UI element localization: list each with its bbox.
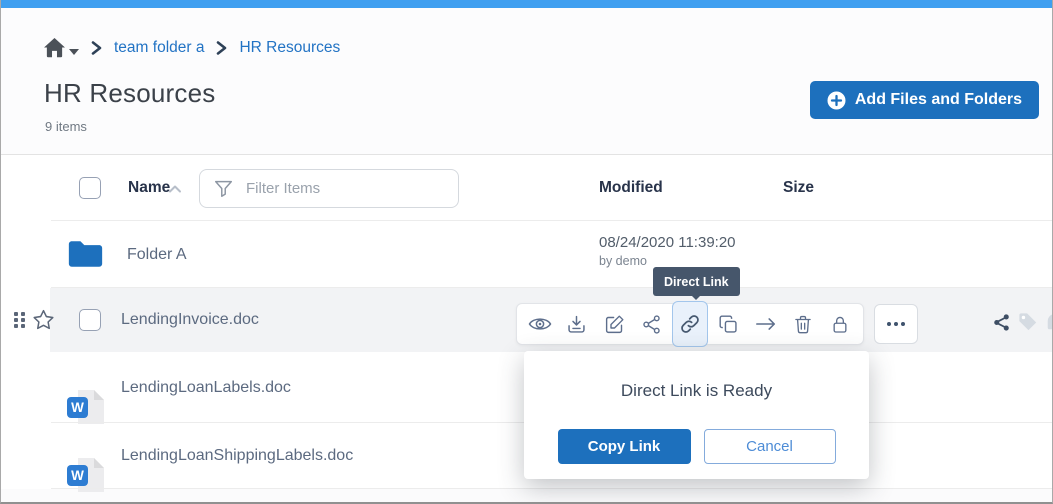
breadcrumb-item-team-folder-a[interactable]: team folder a: [114, 39, 204, 57]
direct-link-tooltip: Direct Link: [653, 267, 740, 296]
filter-items-field: [199, 169, 459, 208]
row-action-toolbar: [516, 303, 864, 345]
row-name-label[interactable]: LendingInvoice.doc: [121, 311, 259, 329]
more-actions-button[interactable]: [874, 304, 918, 344]
tag-icon[interactable]: [1018, 312, 1038, 332]
breadcrumb-chevron-icon: [215, 41, 228, 55]
sort-ascending-icon[interactable]: [168, 181, 182, 199]
modified-by: by demo: [599, 254, 736, 268]
footer-strip: [1, 489, 1052, 503]
direct-link-ready-dialog: Direct Link is Ready Copy Link Cancel: [524, 351, 869, 479]
lock-icon[interactable]: [823, 307, 857, 341]
preview-eye-icon[interactable]: [523, 307, 557, 341]
add-files-and-folders-button[interactable]: Add Files and Folders: [810, 81, 1039, 119]
column-header-modified[interactable]: Modified: [599, 179, 663, 197]
delete-trash-icon[interactable]: [786, 307, 820, 341]
top-accent-bar: [1, 0, 1052, 8]
row-status-icons: [992, 312, 1053, 332]
table-row-folder-a[interactable]: Folder A 08/24/2020 11:39:20 by demo: [1, 221, 1052, 288]
row-divider: [51, 488, 1052, 489]
dialog-title: Direct Link is Ready: [524, 381, 869, 401]
modified-date: 08/24/2020 11:39:20: [599, 234, 736, 251]
copy-icon[interactable]: [711, 307, 745, 341]
word-badge: W: [67, 465, 88, 486]
cancel-button[interactable]: Cancel: [704, 429, 836, 464]
row-name-label[interactable]: Folder A: [127, 246, 187, 264]
column-header-size[interactable]: Size: [783, 179, 814, 197]
breadcrumb-chevron-icon: [90, 41, 103, 55]
filter-funnel-icon: [214, 179, 233, 203]
breadcrumb-home-button[interactable]: [43, 37, 79, 58]
item-count: 9 items: [45, 119, 87, 134]
move-arrow-icon[interactable]: [749, 307, 783, 341]
shared-status-icon[interactable]: [992, 313, 1011, 332]
favorite-star-icon[interactable]: [32, 309, 55, 331]
page-title: HR Resources: [44, 78, 215, 109]
drag-handle-icon[interactable]: [14, 312, 26, 328]
row-name-label[interactable]: LendingLoanLabels.doc: [121, 379, 291, 397]
add-files-label: Add Files and Folders: [855, 91, 1022, 109]
row-name-label[interactable]: LendingLoanShippingLabels.doc: [121, 447, 353, 465]
table-header-row: Name Modified Size: [1, 155, 1052, 221]
home-icon: [43, 37, 66, 58]
row-checkbox[interactable]: [79, 309, 101, 331]
select-all-checkbox[interactable]: [79, 177, 101, 199]
row-modified-cell: 08/24/2020 11:39:20 by demo: [599, 234, 736, 268]
plus-circle-icon: [827, 91, 846, 110]
page-header: team folder a HR Resources HR Resources …: [1, 8, 1052, 155]
file-manager-window: team folder a HR Resources HR Resources …: [0, 0, 1053, 504]
word-badge: W: [67, 397, 88, 418]
comment-icon-partial[interactable]: [1045, 312, 1053, 332]
download-icon[interactable]: [560, 307, 594, 341]
share-icon[interactable]: [635, 307, 669, 341]
folder-icon: [67, 237, 104, 272]
direct-link-icon[interactable]: [672, 301, 708, 347]
column-header-name[interactable]: Name: [128, 179, 170, 197]
breadcrumb: team folder a HR Resources: [43, 37, 340, 58]
breadcrumb-item-hr-resources[interactable]: HR Resources: [239, 39, 340, 57]
copy-link-button[interactable]: Copy Link: [558, 429, 691, 464]
filter-items-input[interactable]: [199, 169, 459, 208]
home-dropdown-caret-icon[interactable]: [69, 49, 79, 58]
edit-icon[interactable]: [597, 307, 631, 341]
tooltip-label: Direct Link: [664, 275, 729, 289]
